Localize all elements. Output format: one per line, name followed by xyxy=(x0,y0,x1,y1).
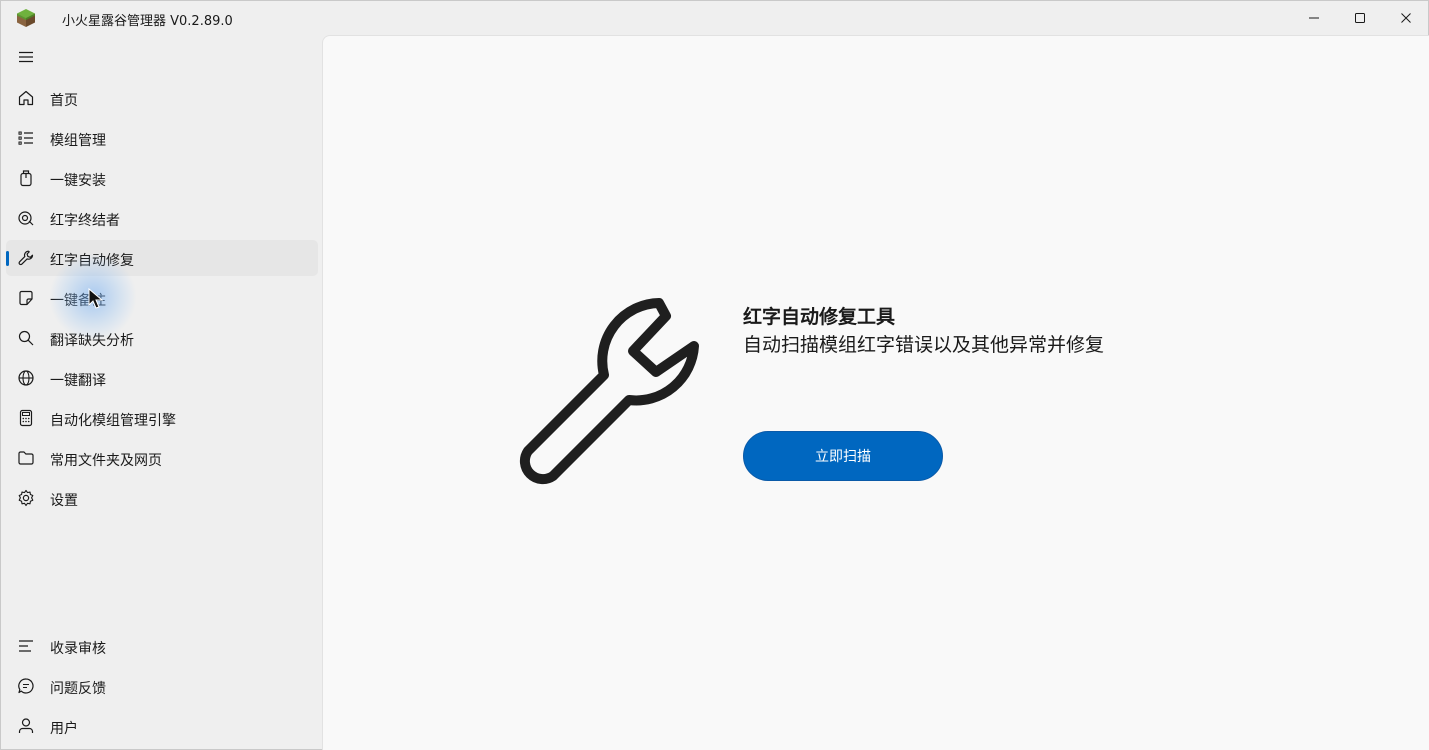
nav-item-common-folders[interactable]: 常用文件夹及网页 xyxy=(6,440,318,476)
tool-title: 红字自动修复工具 xyxy=(743,306,896,328)
maximize-button[interactable] xyxy=(1337,1,1383,35)
nav-label: 自动化模组管理引擎 xyxy=(50,413,176,429)
nav-item-mod-management[interactable]: 模组管理 xyxy=(6,120,318,156)
tool-description: 自动扫描模组红字错误以及其他异常并修复 xyxy=(743,334,1105,356)
nav-item-one-click-translate[interactable]: 一键翻译 xyxy=(6,360,318,396)
nav-label: 收录审核 xyxy=(50,641,106,657)
package-icon xyxy=(17,169,35,187)
wrench-icon xyxy=(519,298,699,485)
minimize-icon xyxy=(1309,17,1319,19)
calculator-icon xyxy=(17,409,35,427)
nav-item-translation-analysis[interactable]: 翻译缺失分析 xyxy=(6,320,318,356)
scan-now-button[interactable]: 立即扫描 xyxy=(743,431,943,481)
nav-label: 一键翻译 xyxy=(50,373,106,389)
nav-item-red-text-terminator[interactable]: 红字终结者 xyxy=(6,200,318,236)
nav-label: 翻译缺失分析 xyxy=(50,333,134,349)
note-icon xyxy=(17,289,35,307)
review-list-icon xyxy=(17,637,35,655)
nav-label: 模组管理 xyxy=(50,133,106,149)
mouse-cursor-icon xyxy=(88,287,104,309)
window-title: 小火星露谷管理器 V0.2.89.0 xyxy=(62,14,233,29)
nav-item-home[interactable]: 首页 xyxy=(6,80,318,116)
selection-indicator xyxy=(6,251,9,266)
nav-label: 红字终结者 xyxy=(50,213,120,229)
nav-label: 用户 xyxy=(50,721,78,737)
globe-icon xyxy=(17,369,35,387)
search-icon xyxy=(17,329,35,347)
grass-block-icon xyxy=(16,8,36,28)
nav-item-settings[interactable]: 设置 xyxy=(6,480,318,516)
hamburger-menu-button[interactable] xyxy=(9,41,43,73)
nav-item-automation-engine[interactable]: 自动化模组管理引擎 xyxy=(6,400,318,436)
user-icon xyxy=(17,717,35,735)
nav-item-review[interactable]: 收录审核 xyxy=(6,628,318,664)
nav-item-one-click-note[interactable]: 一键备注 xyxy=(6,280,318,316)
bug-scan-icon xyxy=(17,209,35,227)
gear-icon xyxy=(17,489,35,507)
navigation-sidebar: 首页 模组管理 一键安装 红字终结者 红字自动修复 一键备注 翻译缺失分析 一键… xyxy=(1,35,322,750)
folder-icon xyxy=(17,449,35,467)
hamburger-menu-icon xyxy=(19,51,33,63)
nav-item-feedback[interactable]: 问题反馈 xyxy=(6,668,318,704)
nav-item-red-text-auto-fix[interactable]: 红字自动修复 xyxy=(6,240,318,276)
nav-label: 问题反馈 xyxy=(50,681,106,697)
feedback-icon xyxy=(17,677,35,695)
list-icon xyxy=(17,129,35,147)
home-icon xyxy=(17,89,35,107)
main-content: 红字自动修复工具 自动扫描模组红字错误以及其他异常并修复 立即扫描 xyxy=(322,35,1429,750)
nav-label: 设置 xyxy=(50,493,78,509)
nav-label: 首页 xyxy=(50,93,78,109)
app-window: 小火星露谷管理器 V0.2.89.0 首页 模组管理 一键安装 红字终结者 红字… xyxy=(0,0,1429,750)
minimize-button[interactable] xyxy=(1291,1,1337,35)
title-bar[interactable]: 小火星露谷管理器 V0.2.89.0 xyxy=(1,1,1428,35)
nav-item-user[interactable]: 用户 xyxy=(6,708,318,744)
nav-label: 红字自动修复 xyxy=(50,253,134,269)
nav-label: 常用文件夹及网页 xyxy=(50,453,162,469)
nav-item-one-click-install[interactable]: 一键安装 xyxy=(6,160,318,196)
close-button[interactable] xyxy=(1383,1,1429,35)
close-icon xyxy=(1401,13,1411,23)
wrench-icon xyxy=(17,249,35,267)
nav-label: 一键安装 xyxy=(50,173,106,189)
maximize-icon xyxy=(1355,13,1365,23)
